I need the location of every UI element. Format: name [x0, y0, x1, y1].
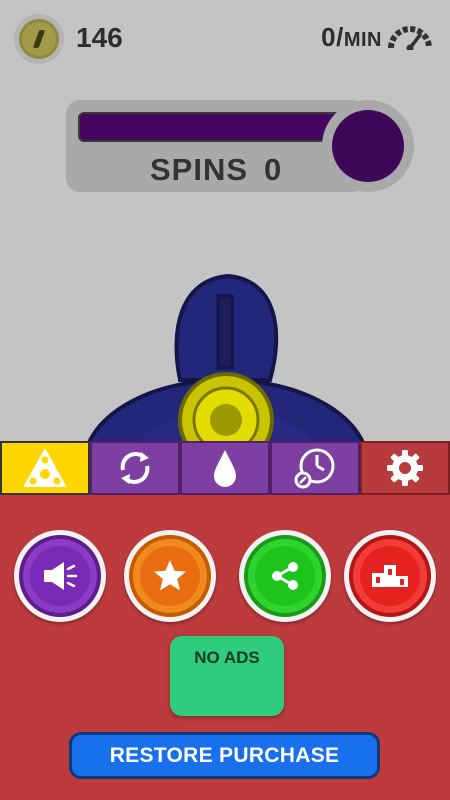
- speaker-icon: [44, 562, 78, 590]
- fidget-tab[interactable]: [0, 441, 90, 495]
- no-ads-button[interactable]: NO ADS: [170, 636, 284, 716]
- spins-knob: [322, 100, 414, 192]
- spins-label: SPINS: [150, 152, 249, 187]
- spins-value: 0: [264, 152, 282, 187]
- drop-icon: [214, 450, 236, 487]
- coin-icon: [14, 14, 64, 64]
- spins-progress-bar: [78, 112, 348, 142]
- speedometer-icon: [388, 26, 432, 50]
- star-icon: [154, 560, 186, 591]
- tab-bar: [0, 441, 450, 495]
- coin-count: 146: [76, 22, 123, 53]
- rotate-icon: [120, 452, 150, 484]
- timer-tab[interactable]: [270, 441, 360, 495]
- timer-icon: [294, 448, 335, 489]
- top-hud: 146 0/MIN: [0, 0, 450, 78]
- rate-button[interactable]: [124, 530, 216, 622]
- podium-icon: [372, 565, 408, 587]
- drop-tab[interactable]: [180, 441, 270, 495]
- leaderboard-button[interactable]: [344, 530, 436, 622]
- share-icon: [272, 562, 298, 590]
- spin-rate: 0/MIN: [321, 22, 382, 53]
- gear-icon: [387, 450, 423, 486]
- sound-button[interactable]: [14, 530, 106, 622]
- rotate-tab[interactable]: [90, 441, 180, 495]
- settings-tab[interactable]: [360, 441, 450, 495]
- share-button[interactable]: [239, 530, 331, 622]
- spin-rate-unit: MIN: [343, 29, 382, 51]
- spin-rate-value: 0/: [321, 22, 344, 52]
- fidget-spinner-icon: [24, 449, 66, 487]
- restore-purchase-button[interactable]: RESTORE PURCHASE: [69, 732, 380, 779]
